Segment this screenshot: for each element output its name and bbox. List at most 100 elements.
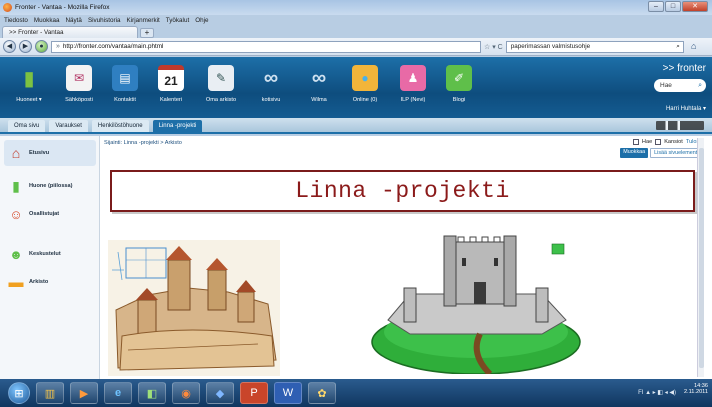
tool-label: Oma arkisto xyxy=(205,97,237,103)
menu-item-tools[interactable]: Työkalut xyxy=(166,17,189,24)
tab-varaukset[interactable]: Varaukset xyxy=(49,120,88,132)
main-panel: Sijainti: Linna -projekti > Arkisto Hae … xyxy=(104,136,704,379)
room-sidebar: ⌂ Etusivu ▮ Huone (piilossa) ☺ Osallistu… xyxy=(0,136,100,379)
sidebar-item-huone[interactable]: ▮ Huone (piilossa) xyxy=(8,176,98,196)
maximize-button[interactable]: □ xyxy=(665,1,681,12)
search-input[interactable]: paperimassan valmistusohje ⌕ xyxy=(505,40,684,53)
close-button[interactable]: ✕ xyxy=(682,1,708,12)
system-tray-icons[interactable]: FI ▲ ▸ ◧ ◂ ◀) xyxy=(638,389,676,396)
search-value: paperimassan valmistusohje xyxy=(510,42,591,50)
sidebar-item-label: Huone (piilossa) xyxy=(29,183,73,189)
ie-icon[interactable]: e xyxy=(104,382,132,404)
minimize-button[interactable]: – xyxy=(648,1,664,12)
home-icon[interactable]: ⌂ xyxy=(687,41,701,53)
sidebar-item-etusivu[interactable]: ⌂ Etusivu xyxy=(4,140,96,166)
tool-homepage[interactable]: ∞ kotisivu xyxy=(246,61,296,104)
room-tabs: Oma sivu Varaukset Henkilöstöhuone Linna… xyxy=(0,118,712,134)
explorer-icon[interactable]: ▥ xyxy=(36,382,64,404)
url-bar[interactable]: » http://fronter.com/vantaa/main.phtml xyxy=(51,40,481,53)
vertical-scrollbar[interactable] xyxy=(697,138,704,377)
add-element-button[interactable]: Lisää sivuelementti xyxy=(650,148,704,158)
forward-icon[interactable]: ▶ xyxy=(19,40,32,53)
media-icon[interactable]: ▶ xyxy=(70,382,98,404)
window-title: Fronter - Vantaa - Mozilla Firefox xyxy=(15,4,110,11)
sidebar-item-osallistujat[interactable]: ☺ Osallistujat xyxy=(8,204,98,224)
window-controls: – □ ✕ xyxy=(648,1,708,12)
page-title: Linna -projekti xyxy=(295,178,510,204)
menu-item-bookmarks[interactable]: Kirjanmerkit xyxy=(127,17,160,24)
paint-icon[interactable]: ✿ xyxy=(308,382,336,404)
menu-item-edit[interactable]: Muokkaa xyxy=(34,17,60,24)
tool-label: ILP (Nevi) xyxy=(400,97,426,103)
menu-item-history[interactable]: Sivuhistoria xyxy=(88,17,121,24)
archive-icon: ✎ xyxy=(208,65,234,91)
tool-calendar[interactable]: 21 Kalenteri xyxy=(146,61,196,103)
breadcrumb[interactable]: Sijainti: Linna -projekti > Arkisto xyxy=(104,140,182,146)
browser-tab-strip: >> Fronter - Vantaa + xyxy=(0,25,712,38)
url-text: http://fronter.com/vantaa/main.phtml xyxy=(62,42,164,50)
system-clock[interactable]: 14:36 2.11.2011 xyxy=(684,383,708,395)
content-area: ⌂ Etusivu ▮ Huone (piilossa) ☺ Osallistu… xyxy=(0,136,712,379)
tool-ilp[interactable]: ♟ ILP (Nevi) xyxy=(388,61,438,103)
tab-oma-sivu[interactable]: Oma sivu xyxy=(8,120,46,132)
kansiot-checkbox[interactable] xyxy=(655,139,662,145)
tool-online[interactable]: ● Online (0) xyxy=(340,61,390,103)
tool-archive[interactable]: ✎ Oma arkisto xyxy=(196,61,246,103)
mail-icon: ✉ xyxy=(66,65,92,91)
link-icon: ∞ xyxy=(263,66,279,89)
tool-label: Blogi xyxy=(452,97,466,103)
user-menu[interactable]: Harri Huhtala ▾ xyxy=(666,105,706,112)
firefox-icon xyxy=(3,3,12,12)
scrollbar-thumb[interactable] xyxy=(699,148,704,368)
tool-label: Sähköposti xyxy=(65,97,93,103)
files-icon[interactable]: ◧ xyxy=(138,382,166,404)
edit-button[interactable]: Muokkaa xyxy=(620,148,649,158)
new-tab-button[interactable]: + xyxy=(140,28,154,38)
tool-label: Kalenteri xyxy=(159,97,183,103)
tab-henkilostohuone[interactable]: Henkilöstöhuone xyxy=(91,120,149,132)
tool-contacts[interactable]: ▤ Kontaktit xyxy=(100,61,150,103)
contacts-icon: ▤ xyxy=(112,65,138,91)
windows-start-icon[interactable]: ⊞ xyxy=(8,382,30,404)
tab-linna-projekti[interactable]: Linna -projekti xyxy=(152,120,203,132)
browser-tab[interactable]: >> Fronter - Vantaa xyxy=(2,26,138,38)
fronter-search-input[interactable]: Hae ⌕ xyxy=(654,79,706,92)
blog-icon: ✐ xyxy=(446,65,472,91)
tool-blog[interactable]: ✐ Blogi xyxy=(434,61,484,103)
tool-label: Online (0) xyxy=(352,97,378,103)
sidebar-item-keskustelut[interactable]: ☻ Keskustelut xyxy=(8,244,98,264)
powerpoint-icon[interactable]: P xyxy=(240,382,268,404)
tool-label: kotisivu xyxy=(261,97,281,103)
school-logo xyxy=(656,121,704,130)
search-icon[interactable]: ⌕ xyxy=(676,42,680,52)
sidebar-item-arkisto[interactable]: ▬ Arkisto xyxy=(8,272,98,292)
firefox-icon[interactable]: ◉ xyxy=(172,382,200,404)
castle-sketch-image xyxy=(108,240,280,376)
folder-icon: ▬ xyxy=(8,273,24,291)
participants-icon: ☺ xyxy=(9,206,23,222)
hae-checkbox[interactable] xyxy=(632,139,639,145)
ilp-icon: ♟ xyxy=(400,65,426,91)
app-icon[interactable]: ◆ xyxy=(206,382,234,404)
sidebar-item-label: Arkisto xyxy=(29,279,49,285)
bookmark-star-icon[interactable]: ☆ ▾ C xyxy=(484,43,503,51)
navigation-bar: ◀ ▶ ● » http://fronter.com/vantaa/main.p… xyxy=(0,38,712,56)
tool-rooms[interactable]: ▮ Huoneet ▾ xyxy=(4,61,54,104)
word-icon[interactable]: W xyxy=(274,382,302,404)
site-icon: » xyxy=(56,42,60,50)
tool-wilma[interactable]: ∞ Wilma xyxy=(294,61,344,104)
tool-mail[interactable]: ✉ Sähköposti xyxy=(54,61,104,103)
search-icon[interactable]: ⌕ xyxy=(698,79,702,92)
discussion-icon: ☻ xyxy=(9,246,23,262)
page-actions: Muokkaa Lisää sivuelementti xyxy=(620,148,704,158)
castle-illustration-image xyxy=(371,235,581,374)
reload-icon[interactable]: ● xyxy=(35,40,48,53)
menu-item-help[interactable]: Ohje xyxy=(195,17,208,24)
back-icon[interactable]: ◀ xyxy=(3,40,16,53)
fronter-logo[interactable]: >> fronter xyxy=(663,63,706,74)
page-heading-box: Linna -projekti xyxy=(110,170,695,212)
tool-label: Wilma xyxy=(311,97,327,103)
link-icon: ∞ xyxy=(311,66,327,89)
menu-item-view[interactable]: Näytä xyxy=(65,17,81,24)
menu-item-file[interactable]: Tiedosto xyxy=(4,17,28,24)
